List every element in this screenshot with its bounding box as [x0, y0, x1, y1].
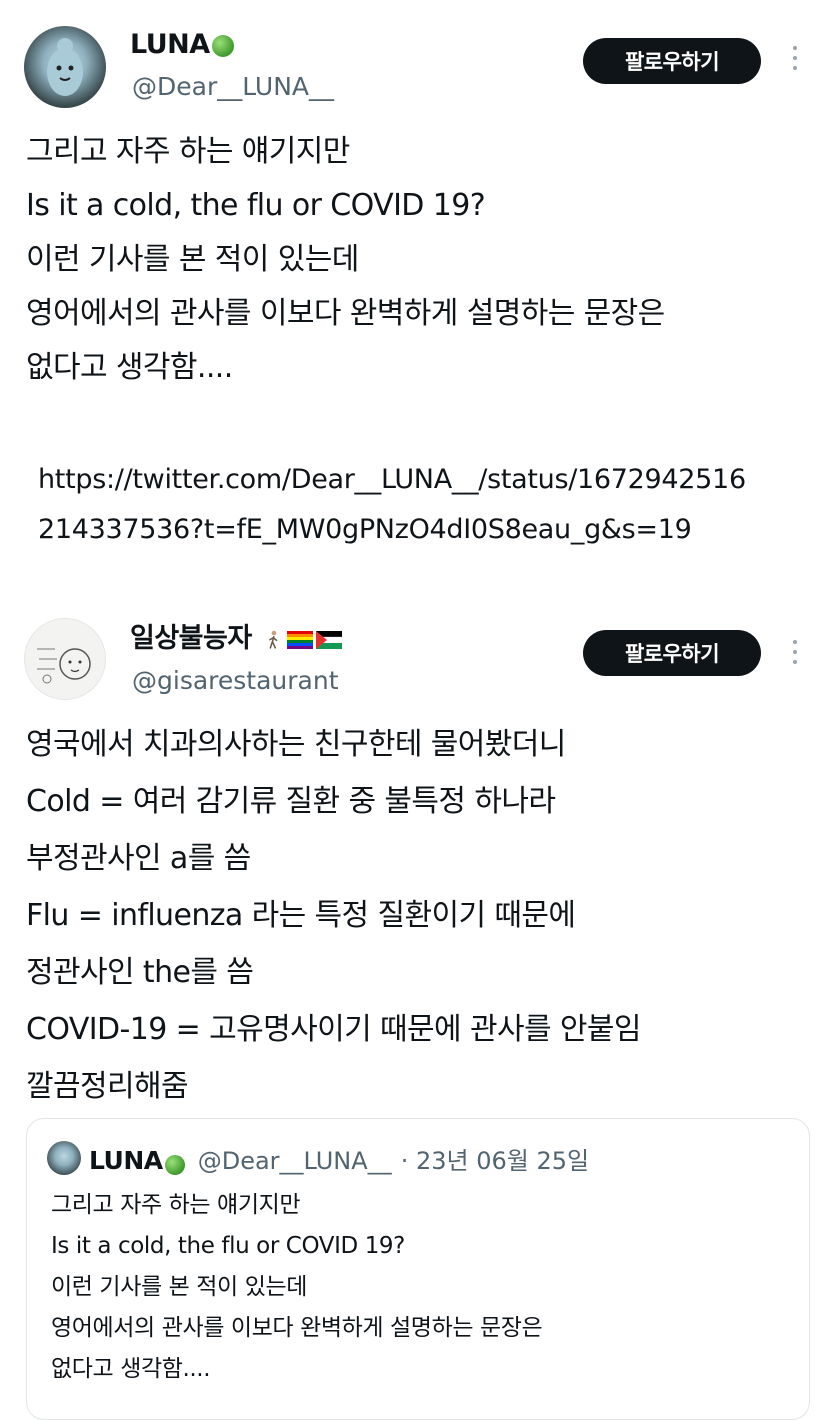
quoted-tweet-card[interactable]: LUNA @Dear__LUNA__ · 23년 06월 25일 그리고 자주 …: [26, 1118, 810, 1420]
link-line: https://twitter.com/Dear__LUNA__/status/…: [38, 464, 746, 495]
author-name[interactable]: 일상불능자: [130, 622, 342, 656]
more-options-icon[interactable]: [790, 46, 800, 70]
quoted-line: Is it a cold, the flu or COVID 19?: [51, 1233, 405, 1259]
tweet-line: 영국에서 치과의사하는 친구한테 물어봤더니: [26, 727, 566, 762]
tweet-line: 없다고 생각함....: [26, 350, 233, 385]
follow-button[interactable]: 팔로우하기: [583, 630, 761, 676]
tweet-link[interactable]: https://twitter.com/Dear__LUNA__/status/…: [38, 458, 746, 552]
tweet-line: Is it a cold, the flu or COVID 19?: [26, 188, 486, 223]
quoted-author-handle: @Dear__LUNA__: [197, 1147, 392, 1175]
tweet-line: 정관사인 the를 씀: [26, 955, 254, 990]
tweet-line: 그리고 자주 하는 얘기지만: [26, 134, 350, 169]
tweet-line: 깔끔정리해줌: [26, 1069, 189, 1104]
tweet-line: Cold = 여러 감기류 질환 중 불특정 하나라: [26, 784, 556, 819]
quoted-author-name: LUNA: [89, 1146, 163, 1175]
tweet-body: 그리고 자주 하는 얘기지만 Is it a cold, the flu or …: [26, 125, 665, 395]
follow-button[interactable]: 팔로우하기: [583, 38, 761, 84]
quoted-line: 그리고 자주 하는 얘기지만: [51, 1192, 301, 1218]
quoted-line: 영어에서의 관사를 이보다 완벽하게 설명하는 문장은: [51, 1315, 543, 1341]
leaf-badge-icon: [211, 34, 234, 57]
author-handle[interactable]: @Dear__LUNA__: [132, 72, 334, 102]
link-line: 214337536?t=fE_MW0gPNzO4dI0S8eau_g&s=19: [38, 514, 692, 545]
quoted-date: · 23년 06월 25일: [400, 1147, 590, 1175]
quoted-avatar: [47, 1141, 81, 1175]
rainbow-flag-icon: [286, 630, 313, 649]
author-handle[interactable]: @gisarestaurant: [132, 666, 339, 696]
tweet-line: 이런 기사를 본 적이 있는데: [26, 242, 359, 277]
quoted-line: 없다고 생각함....: [51, 1356, 211, 1382]
palestine-flag-icon: [315, 630, 342, 649]
tweet-line: 영어에서의 관사를 이보다 완벽하게 설명하는 문장은: [26, 296, 665, 331]
quoted-body: 그리고 자주 하는 얘기지만 Is it a cold, the flu or …: [51, 1185, 543, 1390]
tweet-body: 영국에서 치과의사하는 친구한테 물어봤더니 Cold = 여러 감기류 질환 …: [26, 716, 642, 1115]
quoted-header: LUNA @Dear__LUNA__ · 23년 06월 25일: [89, 1141, 589, 1176]
quoted-line: 이런 기사를 본 적이 있는데: [51, 1274, 308, 1300]
walking-person-icon: [268, 630, 278, 649]
tweet-line: COVID-19 = 고유명사이기 때문에 관사를 안붙임: [26, 1012, 642, 1047]
author-name[interactable]: LUNA: [130, 28, 234, 62]
avatar-luna[interactable]: [24, 26, 106, 108]
more-options-icon[interactable]: [790, 640, 800, 664]
leaf-badge-icon: [164, 1154, 185, 1175]
tweet-line: 부정관사인 a를 씀: [26, 841, 251, 876]
tweet-line: Flu = influenza 라는 특정 질환이기 때문에: [26, 898, 576, 933]
avatar-gisarestaurant[interactable]: [24, 618, 106, 700]
